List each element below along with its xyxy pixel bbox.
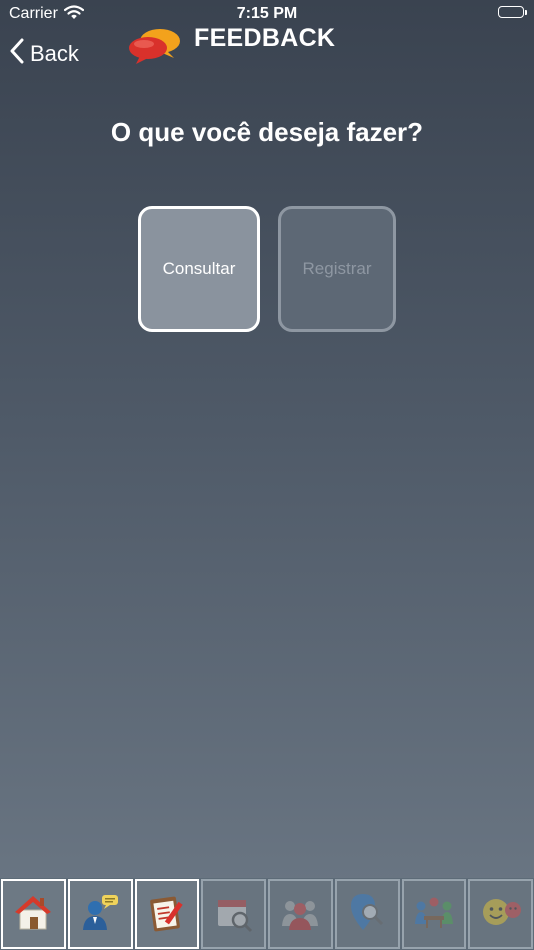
house-icon — [11, 890, 55, 939]
back-button[interactable]: Back — [10, 38, 79, 69]
location-search-icon — [345, 890, 389, 939]
chevron-left-icon — [10, 38, 24, 69]
tab-location[interactable] — [334, 879, 400, 949]
clipboard-pencil-icon — [145, 890, 189, 939]
registrar-button[interactable]: Registrar — [278, 206, 396, 332]
speech-bubbles-logo-icon — [126, 24, 182, 69]
person-speech-icon — [78, 890, 122, 939]
question-heading: O que você deseja fazer? — [110, 117, 424, 147]
group-icon — [278, 890, 322, 939]
consultar-button[interactable]: Consultar — [138, 206, 260, 332]
tab-contact[interactable] — [67, 879, 133, 949]
tab-feedback[interactable] — [134, 879, 200, 949]
battery-icon — [498, 6, 527, 18]
navigation-bar: Back FEEDBACK — [0, 24, 534, 80]
consultar-label: Consultar — [162, 259, 236, 278]
registrar-label: Registrar — [302, 259, 372, 278]
tab-meeting[interactable] — [401, 879, 467, 949]
tab-calendar[interactable] — [201, 879, 266, 949]
meeting-icon — [412, 890, 456, 939]
tab-team[interactable] — [268, 879, 333, 949]
tab-satisfaction[interactable] — [468, 879, 533, 949]
back-label: Back — [30, 40, 79, 66]
page-title: FEEDBACK — [194, 24, 336, 52]
bottom-tab-bar — [0, 878, 534, 950]
calendar-search-icon — [212, 890, 256, 939]
tab-home[interactable] — [1, 879, 66, 949]
smiley-icon — [479, 890, 523, 939]
status-time: 7:15 PM — [236, 5, 298, 22]
